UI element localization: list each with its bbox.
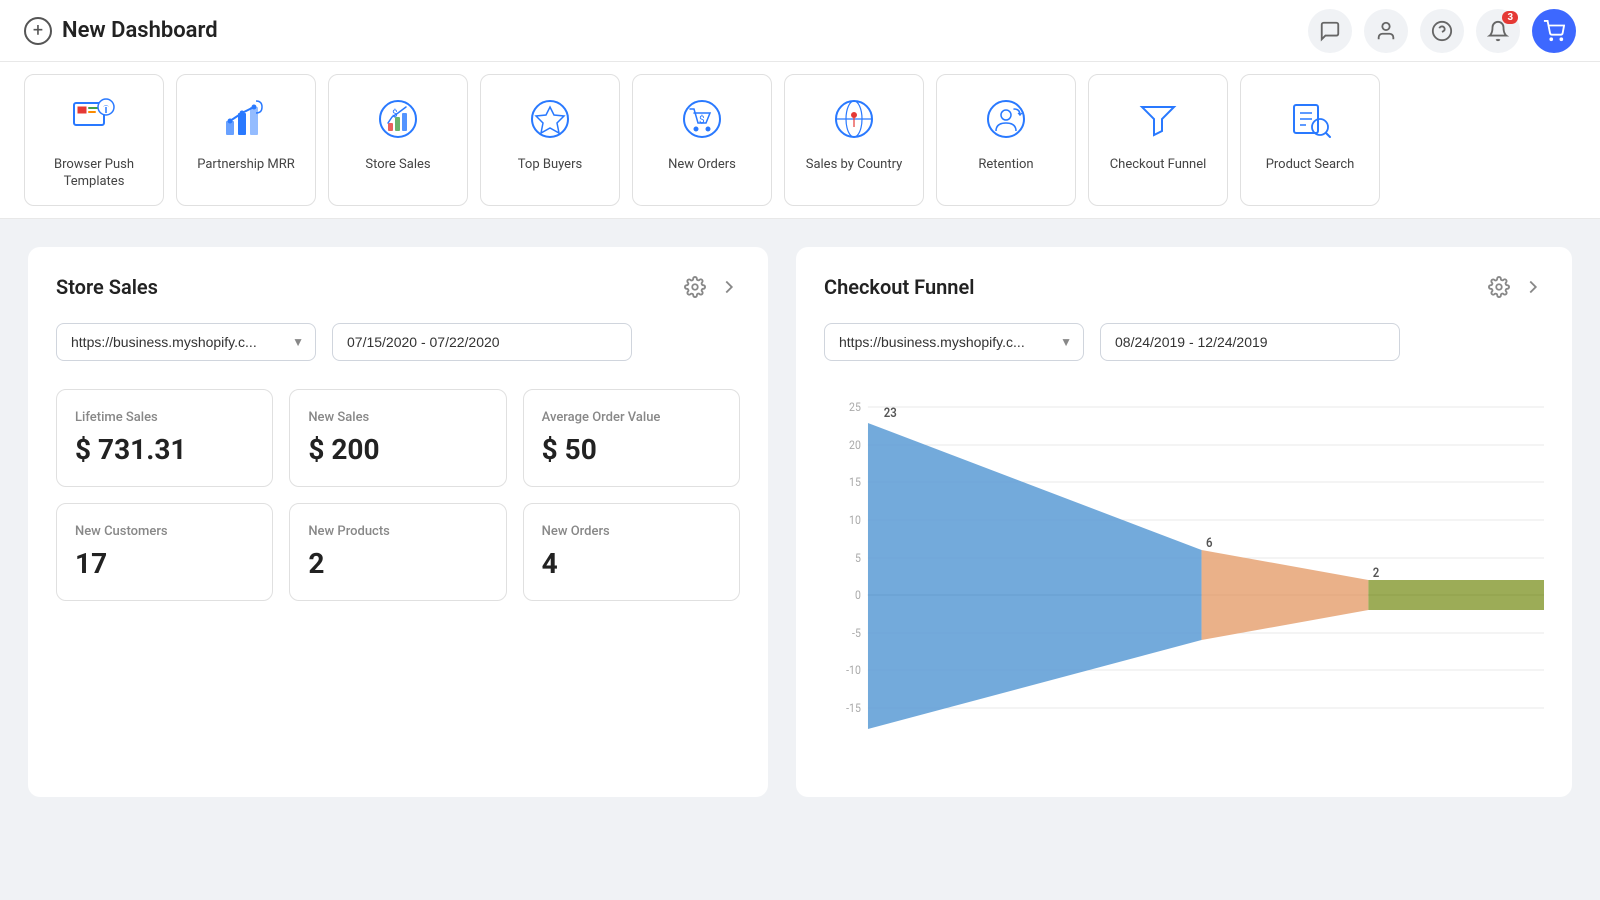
new-orders-icon: $ (674, 91, 730, 147)
checkout-funnel-panel: Checkout Funnel https://busine (796, 247, 1572, 797)
chat-button[interactable] (1308, 9, 1352, 53)
checkout-funnel-icon (1130, 91, 1186, 147)
notification-badge: 3 (1502, 11, 1518, 24)
widget-new-orders-label: New Orders (668, 157, 736, 174)
svg-text:2: 2 (1373, 565, 1380, 580)
widget-partnership-mrr[interactable]: Partnership MRR (176, 74, 316, 206)
store-sales-date-input[interactable] (332, 323, 632, 361)
stat-new-sales-value: $ 200 (308, 433, 487, 466)
product-search-icon (1282, 91, 1338, 147)
checkout-funnel-panel-title: Checkout Funnel (824, 275, 974, 299)
svg-text:20: 20 (849, 438, 861, 452)
stat-lifetime-sales: Lifetime Sales $ 731.31 (56, 389, 273, 487)
checkout-funnel-controls: https://business.myshopify.c... ▼ (824, 323, 1544, 361)
widget-product-search[interactable]: Product Search (1240, 74, 1380, 206)
svg-text:10: 10 (849, 513, 861, 527)
svg-text:15: 15 (849, 475, 861, 489)
checkout-funnel-store-select-wrapper: https://business.myshopify.c... ▼ (824, 323, 1084, 361)
widget-top-buyers-label: Top Buyers (518, 157, 582, 174)
widget-store-sales[interactable]: $ Store Sales (328, 74, 468, 206)
checkout-funnel-settings-button[interactable] (1488, 276, 1510, 298)
store-sales-panel-title: Store Sales (56, 275, 158, 299)
store-sales-icon: $ (370, 91, 426, 147)
stat-new-products-value: 2 (308, 547, 487, 580)
stat-lifetime-sales-label: Lifetime Sales (75, 410, 254, 425)
svg-text:23: 23 (884, 405, 897, 420)
stat-new-orders-label: New Orders (542, 524, 721, 539)
header-right: 3 (1308, 9, 1576, 53)
widget-partnership-mrr-label: Partnership MRR (197, 157, 295, 174)
stat-new-customers-value: 17 (75, 547, 254, 580)
stat-new-orders-value: 4 (542, 547, 721, 580)
stat-lifetime-sales-value: $ 731.31 (75, 433, 254, 466)
widget-browser-push[interactable]: Browser Push Templates (24, 74, 164, 206)
svg-text:6: 6 (1206, 535, 1213, 550)
svg-text:-5: -5 (852, 626, 861, 640)
widget-product-search-label: Product Search (1266, 157, 1355, 174)
funnel-chart-area: 25 20 15 10 5 0 -5 -10 -15 23 (824, 389, 1544, 769)
funnel-chart: 25 20 15 10 5 0 -5 -10 -15 23 (824, 389, 1544, 769)
store-sales-panel-header: Store Sales (56, 275, 740, 299)
store-sales-expand-button[interactable] (718, 276, 740, 298)
stats-grid: Lifetime Sales $ 731.31 New Sales $ 200 … (56, 389, 740, 601)
add-dashboard-button[interactable]: + (24, 17, 52, 45)
svg-text:-10: -10 (846, 663, 861, 677)
stat-new-customers: New Customers 17 (56, 503, 273, 601)
widget-checkout-funnel-label: Checkout Funnel (1110, 157, 1207, 174)
widget-new-orders[interactable]: $ New Orders (632, 74, 772, 206)
svg-text:0: 0 (855, 588, 861, 602)
stat-new-products-label: New Products (308, 524, 487, 539)
checkout-funnel-panel-header: Checkout Funnel (824, 275, 1544, 299)
notification-button[interactable]: 3 (1476, 9, 1520, 53)
page-title: New Dashboard (62, 18, 218, 43)
store-sales-panel-actions (684, 276, 740, 298)
svg-text:25: 25 (849, 400, 861, 414)
widget-bar: Browser Push Templates Partnership MRR $ (0, 62, 1600, 219)
widget-sales-by-country-label: Sales by Country (806, 157, 903, 174)
widget-sales-by-country[interactable]: Sales by Country (784, 74, 924, 206)
checkout-funnel-date-input[interactable] (1100, 323, 1400, 361)
sales-by-country-icon (826, 91, 882, 147)
svg-text:-15: -15 (846, 701, 861, 715)
retention-icon (978, 91, 1034, 147)
stat-new-sales: New Sales $ 200 (289, 389, 506, 487)
stat-avg-order-label: Average Order Value (542, 410, 721, 425)
header-left: + New Dashboard (24, 17, 218, 45)
widget-store-sales-label: Store Sales (365, 157, 430, 174)
widget-checkout-funnel[interactable]: Checkout Funnel (1088, 74, 1228, 206)
stat-new-customers-label: New Customers (75, 524, 254, 539)
store-sales-panel: Store Sales https://business.m (28, 247, 768, 797)
widget-top-buyers[interactable]: Top Buyers (480, 74, 620, 206)
checkout-funnel-panel-actions (1488, 276, 1544, 298)
store-sales-controls: https://business.myshopify.c... ▼ (56, 323, 740, 361)
top-buyers-icon (522, 91, 578, 147)
stat-new-products: New Products 2 (289, 503, 506, 601)
checkout-funnel-store-select[interactable]: https://business.myshopify.c... (824, 323, 1084, 361)
widget-retention-label: Retention (978, 157, 1033, 174)
header: + New Dashboard 3 (0, 0, 1600, 62)
help-button[interactable] (1420, 9, 1464, 53)
main-content: Store Sales https://business.m (0, 219, 1600, 825)
svg-text:5: 5 (855, 551, 861, 565)
widget-browser-push-label: Browser Push Templates (37, 157, 151, 191)
partnership-mrr-icon (218, 91, 274, 147)
avatar-button[interactable] (1532, 9, 1576, 53)
stat-new-sales-label: New Sales (308, 410, 487, 425)
svg-text:$: $ (699, 113, 705, 126)
browser-push-icon (66, 91, 122, 147)
store-sales-settings-button[interactable] (684, 276, 706, 298)
checkout-funnel-expand-button[interactable] (1522, 276, 1544, 298)
store-sales-store-select-wrapper: https://business.myshopify.c... ▼ (56, 323, 316, 361)
stat-avg-order-value: $ 50 (542, 433, 721, 466)
stat-avg-order: Average Order Value $ 50 (523, 389, 740, 487)
users-button[interactable] (1364, 9, 1408, 53)
stat-new-orders: New Orders 4 (523, 503, 740, 601)
store-sales-store-select[interactable]: https://business.myshopify.c... (56, 323, 316, 361)
widget-retention[interactable]: Retention (936, 74, 1076, 206)
